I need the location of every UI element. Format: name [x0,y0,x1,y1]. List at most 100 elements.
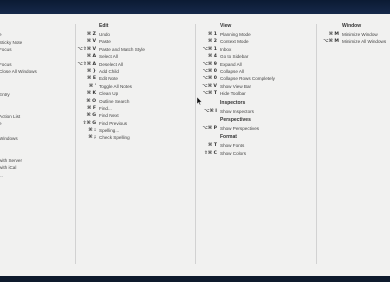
menu-item-shortcut: ⌥⌘ P [202,125,217,131]
menu-item-label: Show Perspectives [220,125,260,131]
menu-item[interactable]: ⌥⌘ I Show Inspectors [198,108,275,115]
menu-item-shortcut: ⌘ M [328,32,339,37]
menu-item-label: Collapse All [220,68,245,74]
window-menu-column: Window ⌘ M Minimize Window ⌥⌘ M Minimize Al… [320,23,386,46]
menu-item-shortcut: ⌘ G [86,113,96,119]
edit-menu-column: Edit ⌘ Z Undo ⌘ V Paste ⌥⇧⌘ V Paste and Match… [77,23,145,142]
menu-item-shortcut: ⌥⇧⌘ A [77,61,96,67]
menu-item[interactable]: Close All Windows [0,68,37,75]
menu-item[interactable]: e [0,120,37,127]
menu-item-label: Focus [0,61,12,67]
menu-spacer [0,24,37,31]
menu-item-label: with Server [0,158,22,164]
menu-item-label: Find Next [99,113,119,119]
menu-spacer [0,105,37,112]
menu-item[interactable]: ⌥⌘ M Minimize All Windows [320,38,386,45]
view-menu-title: View [220,23,232,29]
menu-item[interactable]: Focus [0,61,37,68]
menu-item-shortcut: ⌘ ' [88,83,96,89]
menu-item-shortcut: ⌘ : [88,128,96,134]
menu-item[interactable]: ⌘ G Find Next [77,112,145,119]
menu-item-label: Toggle All Notes [99,83,132,89]
menu-item-shortcut: ⌘ V [86,39,96,45]
menu-item[interactable]: ⌘ T Show Fonts [198,142,275,149]
menu-item[interactable]: ... [0,172,37,179]
menu-spacer [0,76,37,83]
column-divider [195,24,196,264]
menu-item[interactable]: ⌥⇧⌘ V Paste and Match Style [77,46,145,53]
window-menu-title: Window [342,23,362,29]
menu-item[interactable]: with iCal [0,164,37,171]
menu-item[interactable]: Entry [0,91,37,98]
menu-item-shortcut: ⌥⌘ M [323,39,339,45]
menu-item[interactable]: ⌘ ; Check Spelling [77,134,145,141]
menu-item[interactable]: ⌘ V Paste [77,38,145,45]
menu-item-label: Find... [99,105,112,111]
edit-menu-title: Edit [99,23,109,29]
menu-item[interactable]: ⇧⌘ G Find Previous [77,120,145,127]
menu-item[interactable]: ⌘ : Spelling... [77,127,145,134]
keyboard-shortcuts-panel: e Sticky Note Focus Focus Close All Windows E… [0,14,390,276]
menu-item-label: Deselect All [99,61,124,67]
menu-item-label: Hide Toolbar [220,91,246,97]
menu-item-shortcut: ⇧⌘ G [82,120,96,126]
mouse-pointer-icon [197,97,202,105]
menu-item[interactable]: ⌘ F Find... [77,105,145,112]
menu-item-label: Close All Windows [0,69,37,75]
menu-item[interactable]: Action List [0,113,37,120]
menu-item-label: Show Inspectors [220,108,254,114]
menu-item[interactable]: ⌥⌘ 0 Collapse Rows Completely [198,75,275,82]
menu-item-label: Windows [0,135,18,141]
menu-item-label: Minimize All Windows [342,39,387,45]
menu-item[interactable]: with Server [0,157,37,164]
menu-item-label: Expand All [220,61,242,67]
menu-item[interactable]: Focus [0,46,37,53]
menu-item[interactable]: ⌘ ' Toggle All Notes [77,83,145,90]
menu-item-shortcut: ⌘ 1 [207,32,217,37]
menu-item[interactable]: e [0,31,37,38]
menu-item[interactable]: Sticky Note [0,39,37,46]
menu-item[interactable]: ⌘ K Clean Up [77,90,145,97]
menu-item-label: Select All [99,54,118,60]
menu-item-shortcut: ⌘ } [86,68,96,74]
menu-item-shortcut: ⌘ O [86,98,96,104]
view-menu-column: View ⌘ 1 Planning Mode ⌘ 2 Context Mode ⌥⌘ 1… [198,23,275,157]
menu-item[interactable]: ⌥⌘ 0 Collapse All [198,68,275,75]
menu-item-label: Spelling... [99,128,120,134]
menu-item[interactable]: ⌘ 2 Context Mode [198,38,275,45]
menu-item[interactable]: ⌘ 1 Planning Mode [198,31,275,38]
menu-item[interactable]: ⌘ M Minimize Window [320,31,386,38]
menu-item[interactable]: ⌘ Z Undo [77,31,145,38]
menu-item[interactable]: ⌘ A Select All [77,53,145,60]
menu-item-label: Focus [0,47,12,53]
menu-item-shortcut: ⌘ T [208,143,217,149]
menu-item[interactable]: ⌥⌘ 1 Inbox [198,46,275,53]
menu-item[interactable]: ⌘ O Outline Search [77,98,145,105]
menu-item[interactable]: ⌥⌘ T Hide Toolbar [198,90,275,97]
menu-item[interactable]: ⌥⌘ V Show View Bar [198,83,275,90]
column-divider [75,24,76,264]
menu-item-label: Add Child [99,68,119,74]
menu-item-label: Show View Bar [220,83,252,89]
menu-item[interactable]: Windows [0,135,37,142]
menu-item-label: ... [0,172,3,178]
menu-item[interactable]: ⌥⇧⌘ A Deselect All [77,61,145,68]
menu-section-title: Format [220,134,237,141]
menu-item[interactable]: ⌘ 4 Go to Sidebar [198,53,275,60]
menu-spacer [0,150,37,157]
menu-item[interactable]: ⇧⌘ C Show Colors [198,150,275,157]
menu-item[interactable]: ⌘ } Add Child [77,68,145,75]
menu-item[interactable]: ⌥⌘ 9 Expand All [198,61,275,68]
menu-item-shortcut: ⌥⌘ I [204,108,217,114]
menu-item-label: Paste [99,39,111,45]
menu-item-label: Show Fonts [220,143,245,149]
menu-item[interactable]: ⌘ E Edit Note [77,75,145,82]
menu-item-label: Go to Sidebar [220,54,249,60]
menu-item-label: Show Colors [220,150,247,156]
menu-item[interactable]: ⌥⌘ P Show Perspectives [198,125,275,132]
menu-item-label: Context Mode [220,39,249,45]
menu-item-label: Planning Mode [220,32,251,37]
menu-item-shortcut: ⌘ Z [86,32,96,37]
menu-item-label: Check Spelling [99,135,130,141]
menu-item-shortcut: ⌘ F [87,105,96,111]
